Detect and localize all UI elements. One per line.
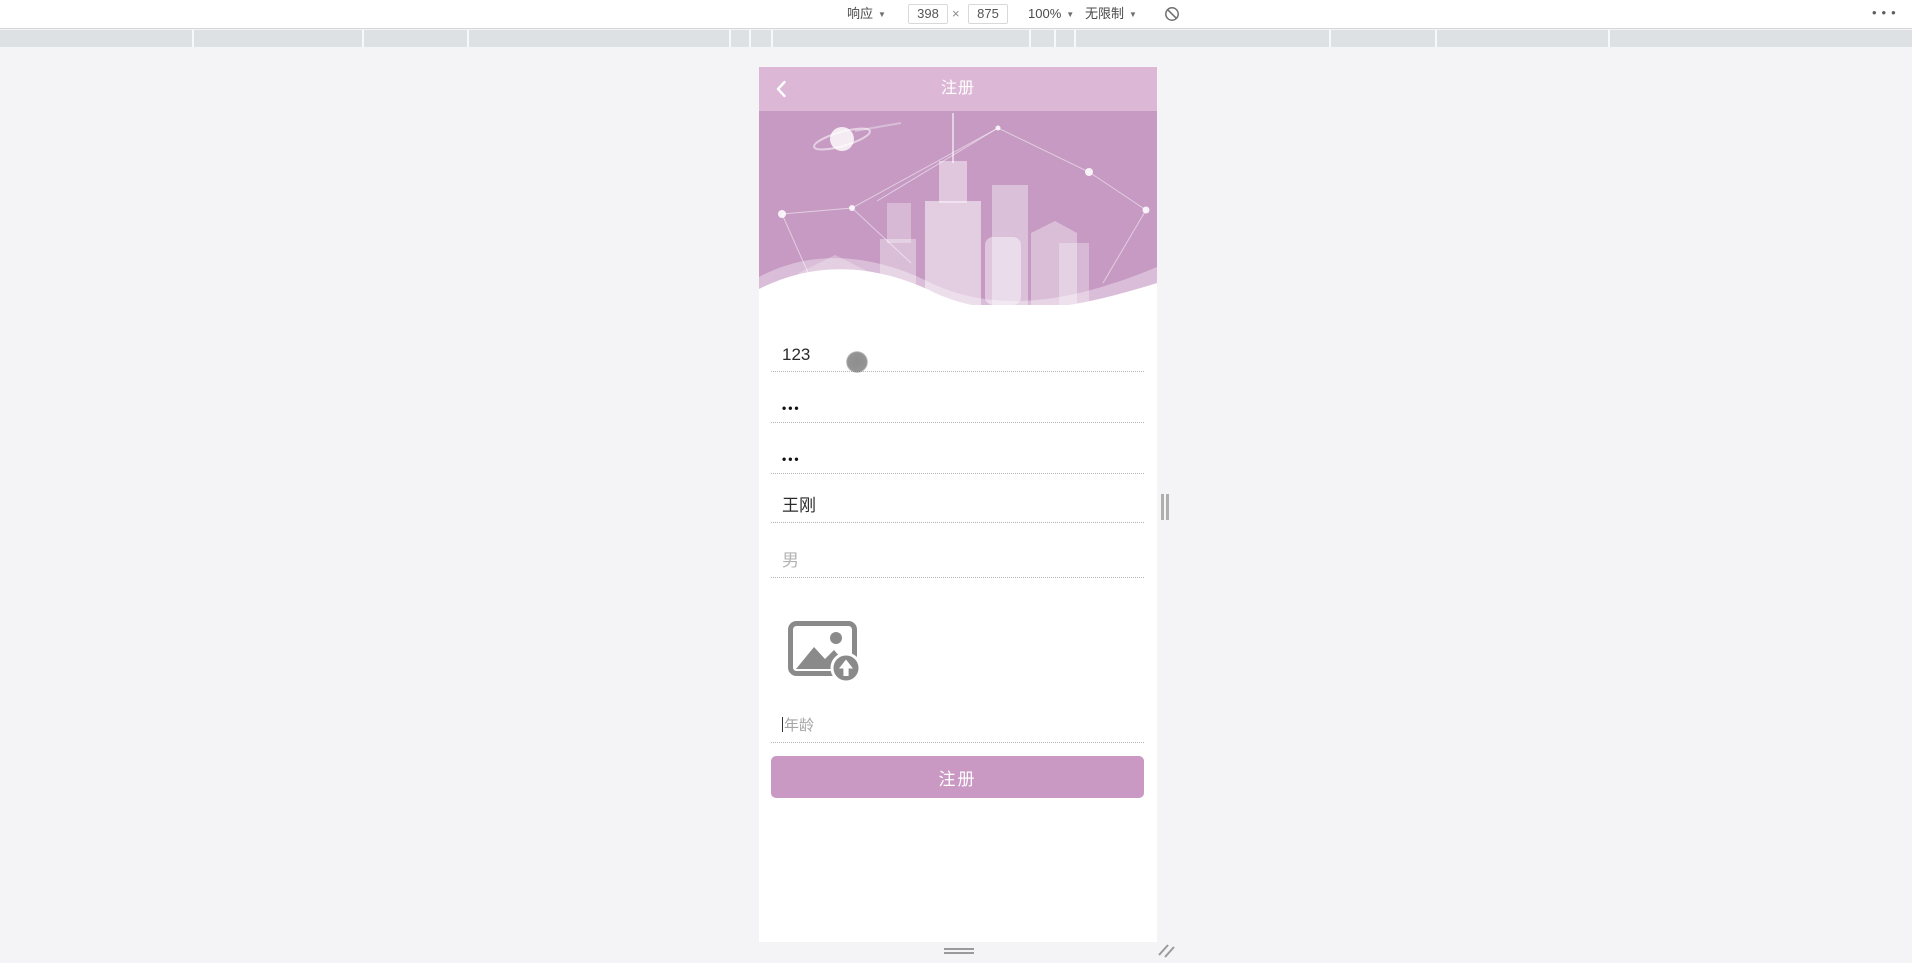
confirm-password-input[interactable]: •••: [771, 440, 1144, 474]
gender-input[interactable]: 男: [771, 544, 1144, 578]
viewport-height-resize-handle[interactable]: [944, 948, 974, 955]
ruler-tick: [467, 30, 469, 47]
city-illustration: [759, 111, 1157, 305]
chevron-down-icon: ▼: [1129, 10, 1137, 19]
ruler-tick: [1074, 30, 1076, 47]
ruler-tick: [749, 30, 751, 47]
ruler-tick: [729, 30, 731, 47]
ruler-tick: [192, 30, 194, 47]
more-menu-icon[interactable]: •••: [1872, 0, 1901, 28]
page-title: 注册: [940, 80, 975, 97]
age-input[interactable]: 年龄: [771, 709, 1144, 743]
ruler-tick: [1608, 30, 1610, 47]
age-placeholder: 年龄: [784, 717, 815, 734]
throttling-label: 无限制: [1085, 6, 1125, 21]
chevron-down-icon: ▼: [1066, 10, 1075, 19]
viewport-height-input[interactable]: 875: [968, 4, 1008, 24]
viewport-corner-resize-handle[interactable]: [1156, 942, 1176, 958]
name-input[interactable]: 王刚: [771, 489, 1144, 523]
ruler-tick: [362, 30, 364, 47]
ruler-tick: [1329, 30, 1331, 47]
ruler-tick: [771, 30, 773, 47]
password-input[interactable]: •••: [771, 389, 1144, 423]
device-type-dropdown[interactable]: 响应 ▼: [847, 0, 886, 28]
chevron-down-icon: ▼: [878, 10, 886, 19]
zoom-dropdown[interactable]: 100% ▼: [1028, 0, 1074, 28]
viewport-width-input[interactable]: 398: [908, 4, 948, 24]
account-input[interactable]: 123: [771, 338, 1144, 372]
image-upload-icon: [788, 621, 862, 684]
touch-cursor: [846, 351, 868, 373]
device-type-label: 响应: [847, 6, 874, 21]
ruler-tick: [1029, 30, 1031, 47]
throttling-dropdown[interactable]: 无限制 ▼: [1085, 0, 1137, 28]
viewport-width-resize-handle[interactable]: [1161, 494, 1170, 520]
dimension-separator: ×: [952, 6, 960, 21]
devtools-device-toolbar: 响应 ▼ 398 × 875 100% ▼ 无限制 ▼ •••: [0, 0, 1912, 29]
ruler-tick: [1435, 30, 1437, 47]
rotate-disabled-icon[interactable]: [1164, 6, 1180, 22]
media-query-ruler[interactable]: [0, 30, 1912, 47]
app-header: 注册: [759, 67, 1157, 111]
ruler-tick: [1054, 30, 1056, 47]
device-viewport: 注册 123 ••• ••• 王刚 男 年龄 注册: [759, 67, 1157, 942]
text-caret: [782, 717, 783, 732]
register-button[interactable]: 注册: [771, 756, 1144, 798]
avatar-upload-button[interactable]: [787, 620, 867, 686]
zoom-label: 100%: [1028, 6, 1062, 21]
